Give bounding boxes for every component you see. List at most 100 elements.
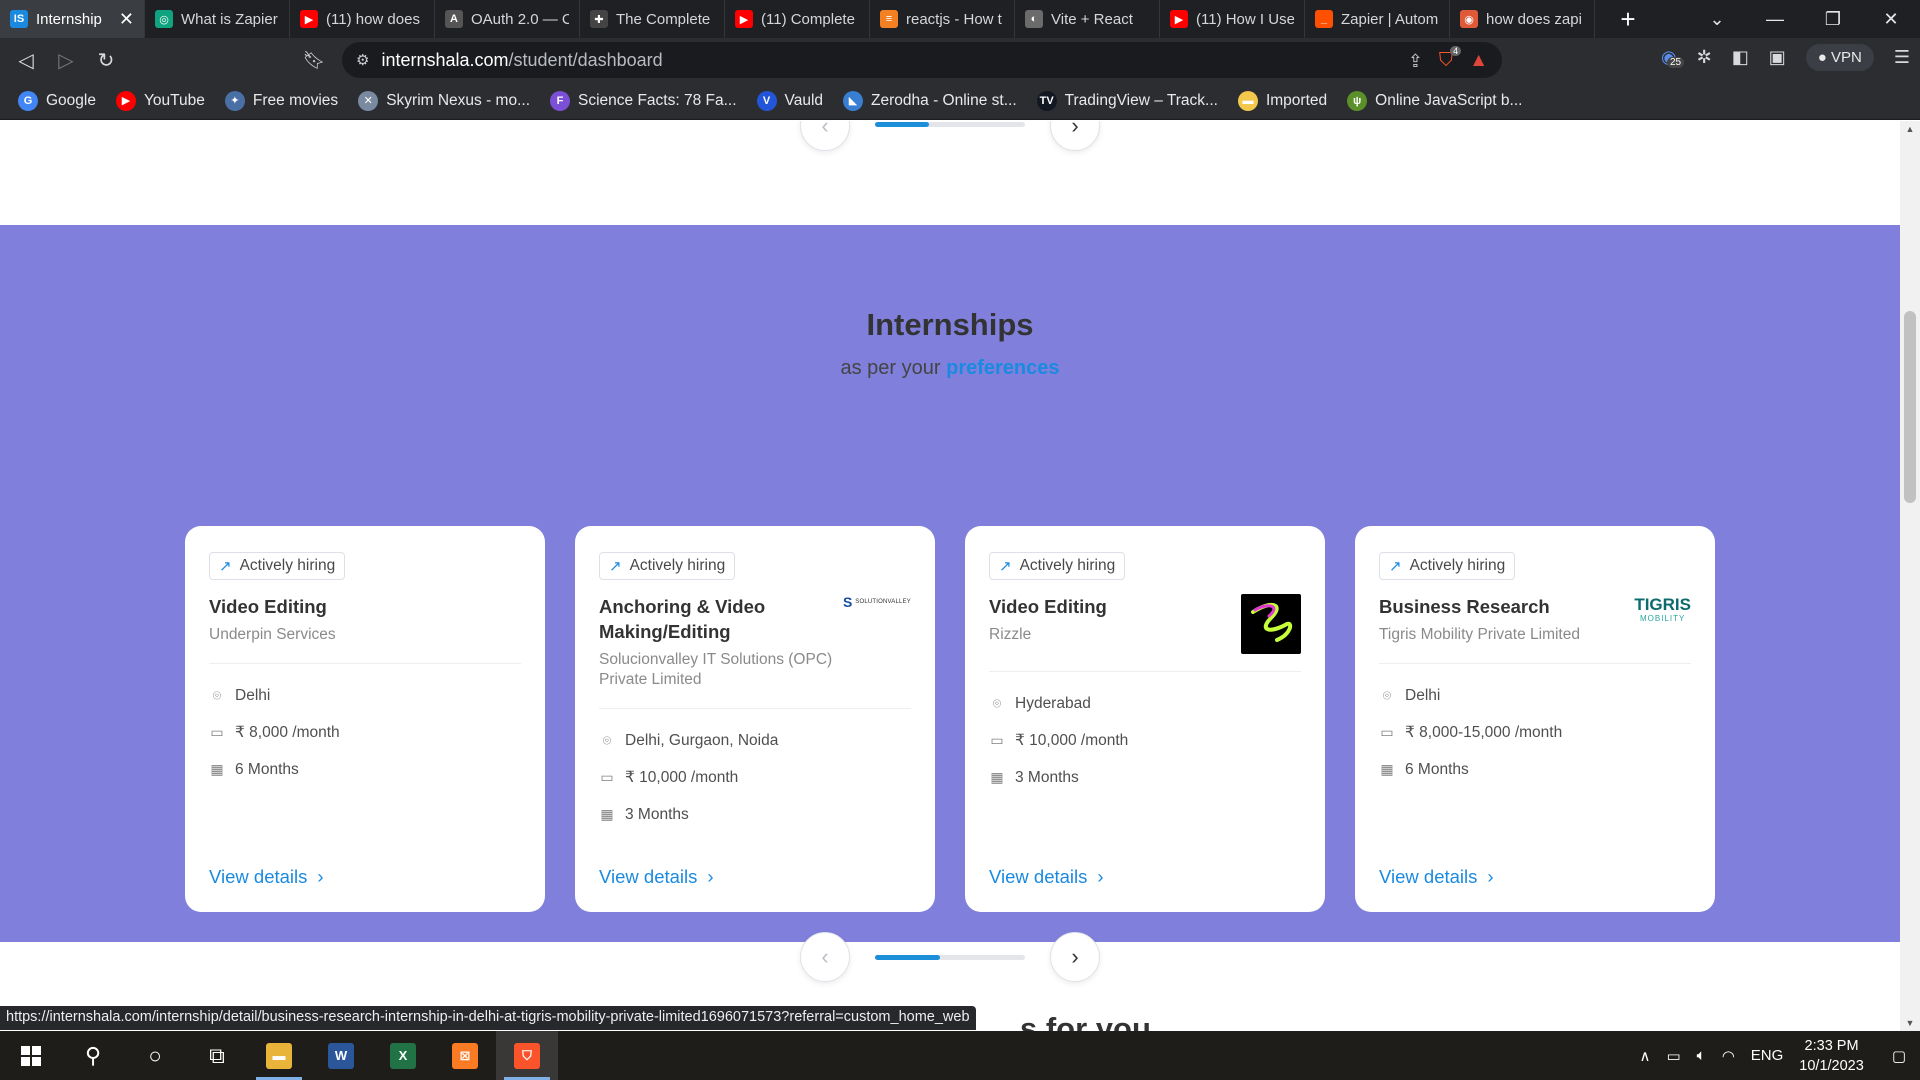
browser-tab-11[interactable]: ◉ how does zapi	[1450, 0, 1595, 38]
search-icon[interactable]: ⚲	[62, 1031, 124, 1080]
back-icon[interactable]: ◁	[6, 40, 46, 80]
vpn-label: VPN	[1831, 49, 1862, 66]
menu-icon[interactable]: ☰	[1894, 47, 1910, 68]
browser-tab-10[interactable]: _ Zapier | Autom	[1305, 0, 1450, 38]
page-scrollbar[interactable]: ▲ ▼	[1900, 121, 1920, 1031]
browser-tab-5[interactable]: ✚ The Complete	[580, 0, 725, 38]
puzzle-extensions-icon[interactable]: ✲	[1697, 47, 1712, 68]
bookmark-item-8[interactable]: TV TradingView – Track...	[1035, 90, 1230, 111]
extension-icon[interactable]: ◉25	[1661, 47, 1685, 68]
carousel-next-button[interactable]: ›	[1050, 121, 1100, 151]
browser-tab-8[interactable]: ◐ Vite + React	[1015, 0, 1160, 38]
browser-tab-1[interactable]: IS Internship ✕	[0, 0, 145, 38]
tab-title: The Complete	[616, 10, 711, 28]
youtube-icon: ▶	[300, 10, 318, 28]
windows-start-icon[interactable]	[0, 1031, 62, 1080]
view-details-link[interactable]: View details ›	[599, 866, 714, 888]
view-details-link[interactable]: View details ›	[989, 866, 1104, 888]
carousel-progress-fill	[875, 122, 929, 127]
browser-tab-2[interactable]: ◎ What is Zapier	[145, 0, 290, 38]
reload-icon[interactable]: ↻	[86, 40, 126, 80]
close-tab-icon[interactable]: ✕	[119, 9, 134, 30]
close-window-icon[interactable]: ✕	[1862, 0, 1920, 38]
bookmark-label: Zerodha - Online st...	[871, 91, 1017, 109]
new-tab-icon[interactable]: +	[1613, 4, 1643, 35]
internship-card[interactable]: ↗ Actively hiring Video Editing Rizzle ⌾ H…	[965, 526, 1325, 912]
role-title[interactable]: Anchoring & Video Making/Editing	[599, 594, 849, 644]
word-icon[interactable]: W	[310, 1031, 372, 1080]
brave-browser-icon[interactable]: ⛉	[496, 1031, 558, 1080]
browser-tab-9[interactable]: ▶ (11) How I Use	[1160, 0, 1305, 38]
browser-tab-4[interactable]: A OAuth 2.0 — C	[435, 0, 580, 38]
carousel-prev-button[interactable]: ‹	[800, 121, 850, 151]
carousel-next-button[interactable]: ›	[1050, 932, 1100, 982]
carousel-prev-button[interactable]: ‹	[800, 932, 850, 982]
forward-icon[interactable]: ▷	[46, 40, 86, 80]
bookmark-item-6[interactable]: V Vauld	[755, 90, 836, 111]
task-view-icon[interactable]: ⧉	[186, 1031, 248, 1080]
battery-icon[interactable]: ▭	[1666, 1047, 1680, 1065]
share-icon[interactable]: ⇪	[1408, 51, 1423, 72]
windows-taskbar: ⚲ ○ ⧉ ▬ W X ⊠ ⛉ ∧ ▭ 🔈︎ ◠ ENG 2:33 PM 10/…	[0, 1031, 1920, 1080]
internship-card[interactable]: ↗ Actively hiring S SOLUTIONVALLEY Anchori…	[575, 526, 935, 912]
role-title[interactable]: Video Editing	[989, 594, 1239, 619]
browser-tab-6[interactable]: ▶ (11) Complete	[725, 0, 870, 38]
browser-tab-7[interactable]: ≡ reactjs - How t	[870, 0, 1015, 38]
view-details-link[interactable]: View details ›	[209, 866, 324, 888]
minimize-icon[interactable]: —	[1746, 0, 1804, 38]
tigris-logo-subtext: MOBILITY	[1639, 614, 1686, 623]
view-details-label: View details	[989, 866, 1088, 887]
bookmark-label: Imported	[1265, 91, 1328, 109]
bookmark-item-5[interactable]: F Science Facts: 78 Fa...	[548, 90, 749, 111]
file-explorer-icon[interactable]: ▬	[248, 1031, 310, 1080]
bookmark-item-10[interactable]: ψ Online JavaScript b...	[1345, 90, 1534, 111]
internship-card[interactable]: ↗ Actively hiring TIGRIS MOBILITY Busines…	[1355, 526, 1715, 912]
bookmark-item-1[interactable]: G Google	[16, 90, 108, 111]
bookmark-item-3[interactable]: ✦ Free movies	[223, 90, 350, 111]
card-divider	[1379, 663, 1691, 664]
wallet-icon[interactable]: ▣	[1769, 47, 1786, 68]
address-bar[interactable]: ⚙︎ internshala.com/student/dashboard ⇪ ⛉…	[342, 42, 1502, 78]
clock[interactable]: 2:33 PM 10/1/2023	[1799, 1036, 1864, 1076]
bookmark-item-2[interactable]: ▶ YouTube	[114, 90, 217, 111]
show-hidden-icons-icon[interactable]: ∧	[1640, 1047, 1651, 1065]
calendar-icon: ▦	[1380, 761, 1394, 777]
role-title[interactable]: Business Research	[1379, 594, 1629, 619]
volume-icon[interactable]: 🔈︎	[1697, 1047, 1706, 1064]
actively-hiring-badge: ↗ Actively hiring	[989, 552, 1126, 580]
brave-shields-icon[interactable]: ⛉ 4	[1439, 46, 1462, 72]
brave-rewards-icon[interactable]: ▲	[1469, 50, 1488, 72]
restore-icon[interactable]: ❐	[1804, 0, 1862, 38]
role-title[interactable]: Video Editing	[209, 594, 459, 619]
wifi-icon[interactable]: ◠	[1722, 1047, 1735, 1065]
excel-icon[interactable]: X	[372, 1031, 434, 1080]
browser-tab-3[interactable]: ▶ (11) how does	[290, 0, 435, 38]
bookmark-icon[interactable]: 🔖︎	[294, 40, 334, 80]
brave-search-icon: ◉	[1460, 10, 1478, 28]
bookmark-item-4[interactable]: ✕ Skyrim Nexus - mo...	[356, 90, 542, 111]
extension-badge: 25	[1666, 57, 1685, 68]
location-pin-icon: ⌾	[212, 687, 222, 703]
bookmark-label: TradingView – Track...	[1064, 91, 1218, 109]
stipend-text: ₹ 8,000 /month	[235, 724, 340, 741]
scroll-down-icon[interactable]: ▼	[1900, 1015, 1920, 1031]
toolbar-right: ◉25 ✲ ◧ ▣ ● VPN ☰	[1661, 44, 1910, 71]
tab-search-icon[interactable]: ⌄	[1688, 0, 1746, 38]
scrollbar-thumb[interactable]	[1904, 311, 1916, 503]
bookmark-item-9[interactable]: ▬ Imported	[1236, 90, 1339, 111]
language-indicator[interactable]: ENG	[1751, 1047, 1784, 1064]
scroll-up-icon[interactable]: ▲	[1900, 121, 1920, 137]
money-icon: ▭	[990, 732, 1004, 748]
vpn-button[interactable]: ● VPN	[1805, 44, 1874, 71]
site-info-icon[interactable]: ⚙︎	[356, 51, 369, 69]
notifications-icon[interactable]: ▢	[1892, 1047, 1906, 1065]
sidebar-icon[interactable]: ◧	[1732, 47, 1749, 68]
duration-text: 3 Months	[625, 805, 689, 823]
view-details-link[interactable]: View details ›	[1379, 866, 1494, 888]
internship-card[interactable]: ↗ Actively hiring Video Editing Underpin …	[185, 526, 545, 912]
cortana-icon[interactable]: ○	[124, 1031, 186, 1080]
preferences-link[interactable]: preferences	[946, 357, 1059, 379]
xampp-icon[interactable]: ⊠	[434, 1031, 496, 1080]
stipend-text: ₹ 10,000 /month	[1015, 732, 1129, 749]
bookmark-item-7[interactable]: ◣ Zerodha - Online st...	[841, 90, 1029, 111]
